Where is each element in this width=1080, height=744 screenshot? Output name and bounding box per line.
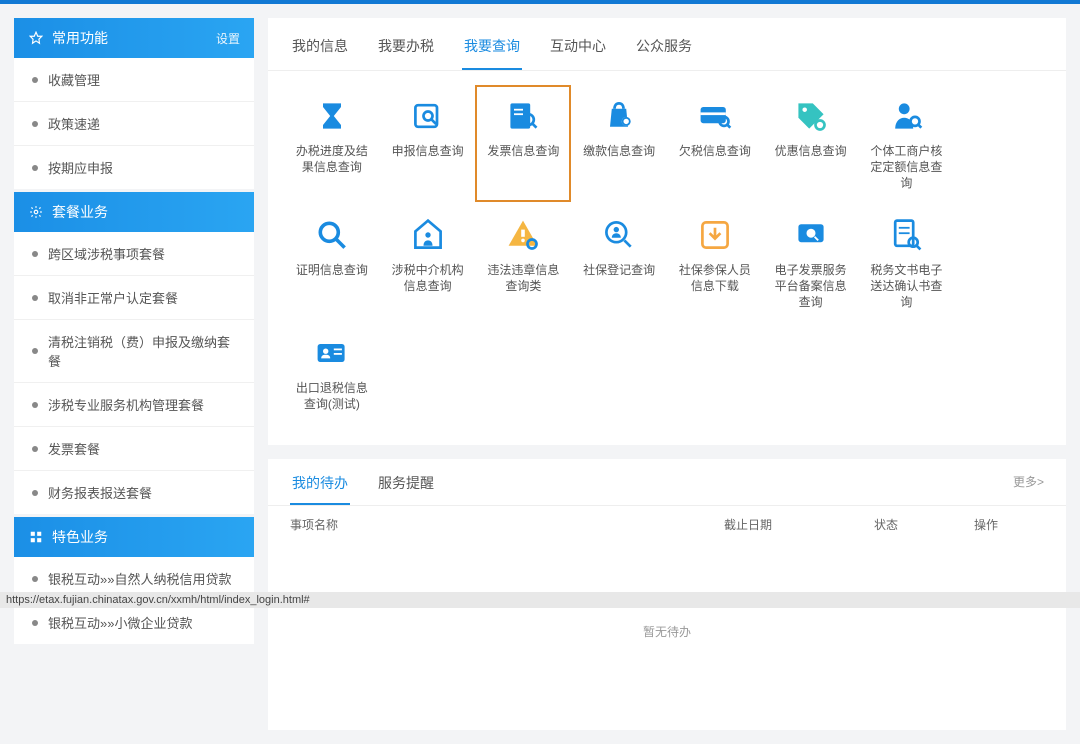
bag-search-icon (598, 95, 640, 137)
main-tabs: 我的信息 我要办税 我要查询 互动中心 公众服务 (268, 18, 1066, 71)
grid-item-invoice-search[interactable]: 发票信息查询 (479, 89, 567, 198)
grid-item-label: 电子发票服务平台备案信息查询 (773, 262, 849, 311)
sidebar-item-label: 跨区域涉税事项套餐 (48, 244, 165, 263)
grid-item-warn-search[interactable]: 违法违章信息查询类 (479, 208, 567, 317)
sidebar-item-label: 发票套餐 (48, 439, 100, 458)
tab-do-tax[interactable]: 我要办税 (376, 30, 436, 70)
tab-public[interactable]: 公众服务 (634, 30, 694, 70)
grid-item-label: 办税进度及结果信息查询 (294, 143, 370, 175)
todo-empty: 暂无待办 (268, 543, 1066, 730)
col-name: 事项名称 (290, 516, 724, 533)
tab-interact[interactable]: 互动中心 (548, 30, 608, 70)
grid-item-label: 违法违章信息查询类 (485, 262, 561, 294)
platform-icon (790, 214, 832, 256)
grid-item-hourglass[interactable]: 办税进度及结果信息查询 (288, 89, 376, 198)
grid-item-label: 社保登记查询 (583, 262, 655, 278)
sidebar-item-label: 收藏管理 (48, 70, 100, 89)
grid-item-magnify[interactable]: 证明信息查询 (288, 208, 376, 317)
sidebar-item-policy[interactable]: 政策速递 (14, 102, 254, 146)
sidebar-section-common: 常用功能 设置 收藏管理 政策速递 按期应申报 (14, 18, 254, 189)
status-bar: https://etax.fujian.chinatax.gov.cn/xxmh… (0, 592, 1080, 608)
sidebar-header-common: 常用功能 设置 (14, 18, 254, 58)
person-search-icon (885, 95, 927, 137)
card-search-icon (694, 95, 736, 137)
grid-item-label: 发票信息查询 (487, 143, 559, 159)
todo-more-link[interactable]: 更多> (1013, 473, 1044, 500)
hourglass-icon (311, 95, 353, 137)
grid-item-social-search[interactable]: 社保登记查询 (575, 208, 663, 317)
grid-item-person-search[interactable]: 个体工商户核定定额信息查询 (862, 89, 950, 198)
tab-my-info[interactable]: 我的信息 (290, 30, 350, 70)
grid-item-label: 出口退税信息查询(测试) (294, 380, 370, 412)
sidebar-header-special: 特色业务 (14, 517, 254, 557)
calendar-search-icon (407, 95, 449, 137)
sidebar-item-clear-tax[interactable]: 清税注销税（费）申报及缴纳套餐 (14, 320, 254, 383)
invoice-search-icon (502, 95, 544, 137)
query-panel: 我的信息 我要办税 我要查询 互动中心 公众服务 办税进度及结果信息查询 申报信息… (268, 18, 1066, 445)
grid-item-platform[interactable]: 电子发票服务平台备案信息查询 (767, 208, 855, 317)
sidebar-item-label: 涉税专业服务机构管理套餐 (48, 395, 204, 414)
grid-item-id-card[interactable]: 出口退税信息查询(测试) (288, 326, 376, 418)
todo-tabs: 我的待办 服务提醒 更多> (268, 459, 1066, 506)
grid-item-house-person[interactable]: 涉税中介机构信息查询 (384, 208, 472, 317)
sidebar-item-cancel-abnormal[interactable]: 取消非正常户认定套餐 (14, 276, 254, 320)
col-status: 状态 (874, 516, 974, 533)
magnify-icon (311, 214, 353, 256)
sidebar-title: 套餐业务 (52, 202, 108, 222)
doc-search-icon (885, 214, 927, 256)
todo-table-header: 事项名称 截止日期 状态 操作 (268, 506, 1066, 543)
sidebar-item-label: 取消非正常户认定套餐 (48, 288, 178, 307)
sidebar-title: 常用功能 (52, 28, 108, 48)
sidebar-item-prof-service[interactable]: 涉税专业服务机构管理套餐 (14, 383, 254, 427)
sidebar: 常用功能 设置 收藏管理 政策速递 按期应申报 套餐业务 跨区域涉税事项套餐 取… (14, 18, 254, 647)
id-card-icon (311, 332, 353, 374)
grid-item-bag-search[interactable]: 缴款信息查询 (575, 89, 663, 198)
col-action: 操作 (974, 516, 1044, 533)
sidebar-title: 特色业务 (52, 527, 108, 547)
sidebar-item-periodic[interactable]: 按期应申报 (14, 146, 254, 189)
grid-item-discount-search[interactable]: 优惠信息查询 (767, 89, 855, 198)
grid-item-doc-search[interactable]: 税务文书电子送达确认书查询 (862, 208, 950, 317)
social-search-icon (598, 214, 640, 256)
grid-item-label: 缴款信息查询 (583, 143, 655, 159)
sidebar-settings-link[interactable]: 设置 (216, 30, 240, 47)
sidebar-item-invoice[interactable]: 发票套餐 (14, 427, 254, 471)
sidebar-item-label: 清税注销税（费）申报及缴纳套餐 (48, 332, 236, 370)
grid-item-download[interactable]: 社保参保人员信息下载 (671, 208, 759, 317)
grid-item-label: 涉税中介机构信息查询 (390, 262, 466, 294)
sidebar-item-label: 政策速递 (48, 114, 100, 133)
tab-query[interactable]: 我要查询 (462, 30, 522, 70)
grid-item-card-search[interactable]: 欠税信息查询 (671, 89, 759, 198)
warn-search-icon (502, 214, 544, 256)
grid-item-label: 证明信息查询 (296, 262, 368, 278)
star-icon (28, 30, 44, 46)
grid-item-label: 个体工商户核定定额信息查询 (868, 143, 944, 192)
sidebar-header-package: 套餐业务 (14, 192, 254, 232)
sidebar-item-label: 按期应申报 (48, 158, 113, 177)
sidebar-item-fin-report[interactable]: 财务报表报送套餐 (14, 471, 254, 514)
gear-icon (28, 204, 44, 220)
sidebar-section-special: 特色业务 银税互动»»自然人纳税信用贷款 银税互动»»小微企业贷款 (14, 517, 254, 644)
grid-item-label: 税务文书电子送达确认书查询 (868, 262, 944, 311)
sidebar-section-package: 套餐业务 跨区域涉税事项套餐 取消非正常户认定套餐 清税注销税（费）申报及缴纳套… (14, 192, 254, 514)
grid-item-calendar-search[interactable]: 申报信息查询 (384, 89, 472, 198)
sidebar-item-label: 银税互动»»自然人纳税信用贷款 (48, 569, 231, 588)
grid-icon (28, 529, 44, 545)
grid-item-label: 社保参保人员信息下载 (677, 262, 753, 294)
icon-grid: 办税进度及结果信息查询 申报信息查询 发票信息查询 缴款信息查询 欠税信息查询 优惠信息查… (268, 71, 1066, 445)
main-content: 我的信息 我要办税 我要查询 互动中心 公众服务 办税进度及结果信息查询 申报信息… (268, 18, 1066, 730)
download-icon (694, 214, 736, 256)
sidebar-item-label: 银税互动»»小微企业贷款 (48, 613, 192, 632)
house-person-icon (407, 214, 449, 256)
col-deadline: 截止日期 (724, 516, 874, 533)
grid-item-label: 优惠信息查询 (775, 143, 847, 159)
sidebar-item-label: 财务报表报送套餐 (48, 483, 152, 502)
grid-item-label: 申报信息查询 (392, 143, 464, 159)
discount-search-icon (790, 95, 832, 137)
todo-tab-pending[interactable]: 我的待办 (290, 469, 350, 505)
grid-item-label: 欠税信息查询 (679, 143, 751, 159)
sidebar-item-favorites[interactable]: 收藏管理 (14, 58, 254, 102)
todo-tab-reminder[interactable]: 服务提醒 (376, 469, 436, 505)
sidebar-item-cross-region[interactable]: 跨区域涉税事项套餐 (14, 232, 254, 276)
